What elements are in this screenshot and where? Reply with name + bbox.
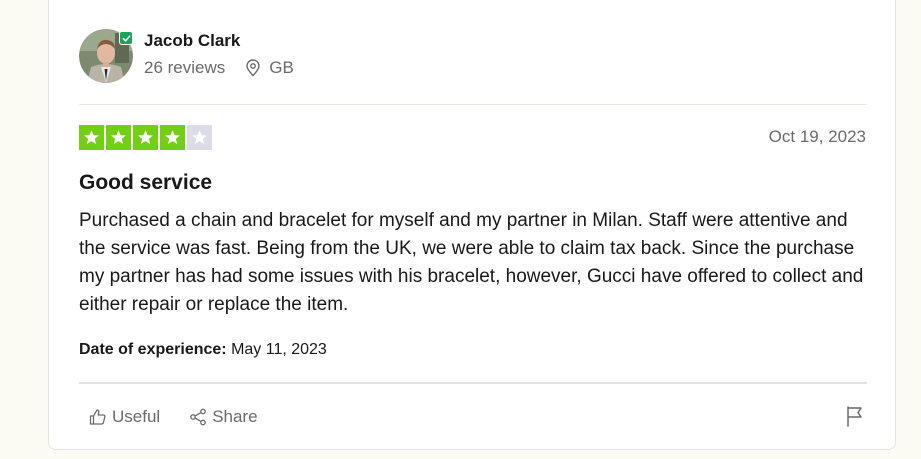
star-rating xyxy=(79,125,212,150)
reviewer-name[interactable]: Jacob Clark xyxy=(144,31,294,51)
share-label: Share xyxy=(212,407,258,426)
star-icon xyxy=(138,130,153,145)
review-count: 26 reviews xyxy=(144,58,226,77)
review-body: Purchased a chain and bracelet for mysel… xyxy=(79,210,864,315)
star-filled xyxy=(106,125,131,150)
star-icon xyxy=(84,130,99,145)
review-title: Good service xyxy=(79,171,213,194)
share-button[interactable]: Share xyxy=(189,407,258,427)
review-date: Oct 19, 2023 xyxy=(768,127,866,146)
reviewer-info: Jacob Clark 26 reviews GB xyxy=(144,31,294,78)
verified-badge xyxy=(119,31,133,45)
star-filled xyxy=(79,125,104,150)
reviewer-country: GB xyxy=(269,58,294,77)
flag-icon xyxy=(847,406,862,427)
useful-label: Useful xyxy=(112,407,161,426)
reviewer-header: Jacob Clark 26 reviews GB xyxy=(79,29,294,85)
star-icon xyxy=(192,130,207,145)
useful-button[interactable]: Useful xyxy=(89,407,160,427)
reviewer-location: GB xyxy=(245,58,294,78)
location-pin-icon xyxy=(246,59,260,77)
divider xyxy=(79,382,867,384)
star-filled xyxy=(160,125,185,150)
share-icon xyxy=(190,408,207,426)
star-empty xyxy=(187,125,212,150)
star-icon xyxy=(111,130,126,145)
avatar[interactable] xyxy=(79,29,133,83)
check-icon xyxy=(122,34,130,42)
experience-date: May 11, 2023 xyxy=(231,341,327,358)
star-icon xyxy=(165,130,180,145)
divider xyxy=(79,104,867,105)
date-of-experience: Date of experience: May 11, 2023 xyxy=(79,341,327,359)
experience-label: Date of experience: xyxy=(79,341,227,358)
reviewer-meta: 26 reviews GB xyxy=(144,58,294,78)
review-actions: Useful Share xyxy=(89,407,287,427)
thumbs-up-icon xyxy=(89,409,106,425)
review-card: Jacob Clark 26 reviews GB Oct 19, 2023 G… xyxy=(48,0,896,450)
report-button[interactable] xyxy=(845,405,865,432)
star-filled xyxy=(133,125,158,150)
